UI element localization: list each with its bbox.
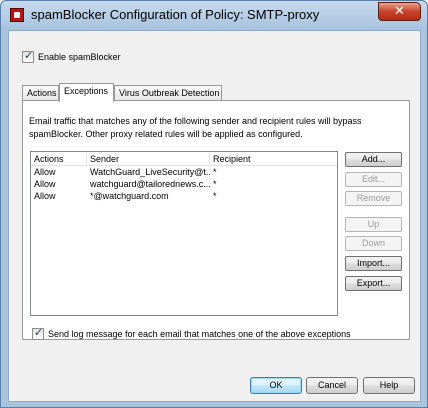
send-log-option[interactable]: ✓ Send log message for each email that ma… <box>32 326 351 340</box>
export-button[interactable]: Export... <box>345 276 402 291</box>
exceptions-panel: Email traffic that matches any of the fo… <box>22 100 410 340</box>
row-sender: WatchGuard_LiveSecurity@t... <box>90 167 210 177</box>
exceptions-description: Email traffic that matches any of the fo… <box>29 116 362 139</box>
table-row[interactable]: Allow *@watchguard.com * <box>31 190 337 202</box>
row-action: Allow <box>34 179 56 189</box>
column-header-recipient[interactable]: Recipient <box>210 153 337 166</box>
enable-spamblocker-label: Enable spamBlocker <box>38 52 121 62</box>
remove-button[interactable]: Remove <box>345 191 402 206</box>
table-row[interactable]: Allow watchguard@tailorednews.c... * <box>31 178 337 190</box>
dialog-body: ✓ Enable spamBlocker Actions Exceptions V… <box>8 30 421 402</box>
enable-spamblocker-checkbox[interactable]: ✓ <box>22 49 34 63</box>
dialog-window: spamBlocker Configuration of Policy: SMT… <box>0 0 428 408</box>
enable-spamblocker-option[interactable]: ✓ Enable spamBlocker <box>22 49 121 63</box>
row-recipient: * <box>213 191 217 201</box>
tab-exceptions[interactable]: Exceptions <box>59 83 114 102</box>
up-button[interactable]: Up <box>345 217 402 232</box>
column-header-sender[interactable]: Sender <box>87 153 210 166</box>
row-sender: *@watchguard.com <box>90 191 169 201</box>
close-button[interactable]: ✕ <box>378 2 421 21</box>
tab-actions[interactable]: Actions <box>22 85 59 101</box>
ok-button[interactable]: OK <box>250 377 302 394</box>
import-button[interactable]: Import... <box>345 256 402 271</box>
send-log-label: Send log message for each email that mat… <box>48 329 351 339</box>
checkmark-icon: ✓ <box>24 49 34 62</box>
column-header-actions[interactable]: Actions <box>31 153 87 166</box>
window-title: spamBlocker Configuration of Policy: SMT… <box>31 7 320 22</box>
row-recipient: * <box>213 167 217 177</box>
app-icon <box>10 8 24 22</box>
table-row[interactable]: Allow WatchGuard_LiveSecurity@t... * <box>31 166 337 178</box>
row-recipient: * <box>213 179 217 189</box>
row-action: Allow <box>34 167 56 177</box>
cancel-button[interactable]: Cancel <box>306 377 358 394</box>
title-bar[interactable]: spamBlocker Configuration of Policy: SMT… <box>1 1 427 29</box>
tab-virus-outbreak-detection[interactable]: Virus Outbreak Detection <box>114 85 222 101</box>
row-sender: watchguard@tailorednews.c... <box>90 179 210 189</box>
exceptions-table[interactable]: Actions Sender Recipient Allow WatchGuar… <box>30 151 338 316</box>
down-button[interactable]: Down <box>345 236 402 251</box>
table-header: Actions Sender Recipient <box>31 152 337 166</box>
checkmark-icon: ✓ <box>34 326 44 339</box>
help-button[interactable]: Help <box>363 377 415 394</box>
row-action: Allow <box>34 191 56 201</box>
edit-button[interactable]: Edit... <box>345 172 402 187</box>
send-log-checkbox[interactable]: ✓ <box>32 326 44 340</box>
add-button[interactable]: Add... <box>345 152 402 167</box>
